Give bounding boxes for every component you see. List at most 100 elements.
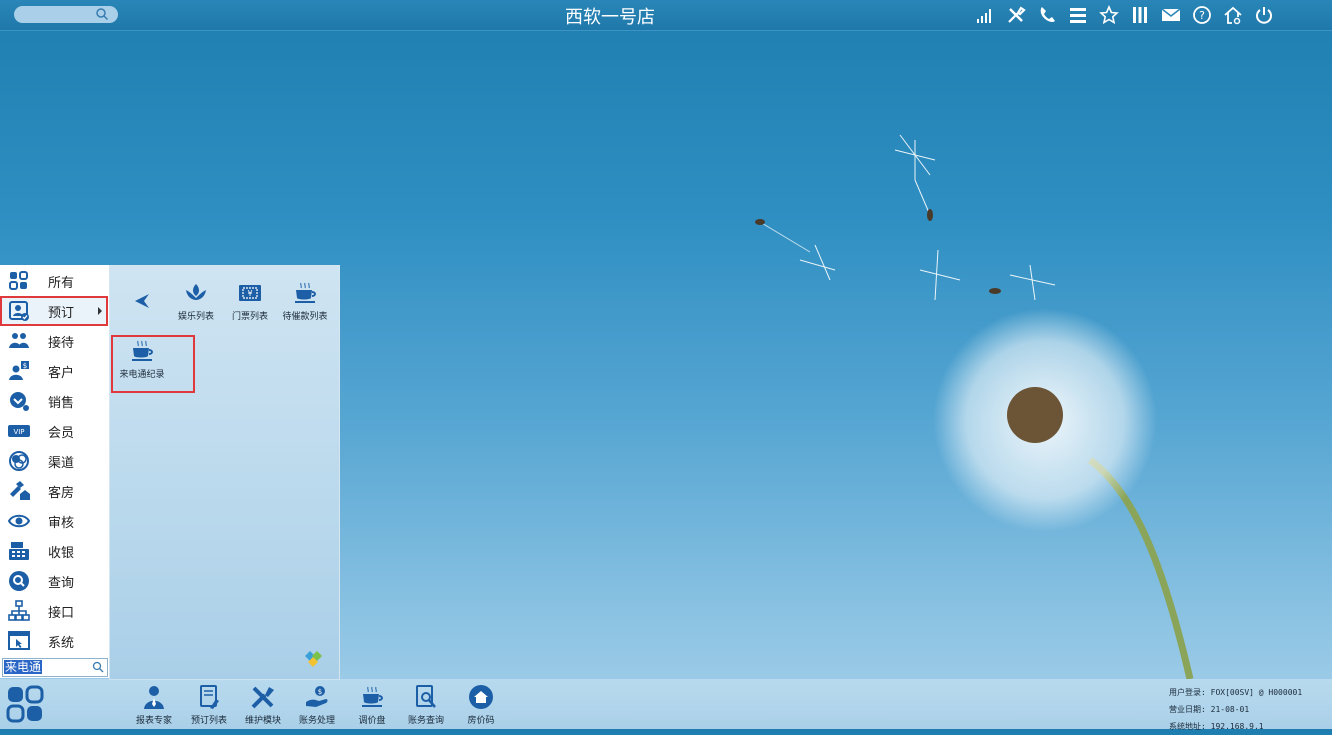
dock-label: 调价盘 [358, 716, 386, 726]
dock-label: 预订列表 [190, 716, 227, 726]
tile-label: 娱乐列表 [177, 312, 214, 322]
menu-item-all[interactable]: 所有 [0, 266, 108, 296]
cashier-icon [9, 542, 29, 560]
tile-caller-id-records[interactable]: 来电通纪录 [112, 338, 172, 380]
query-icon [9, 571, 29, 591]
menu-item-member[interactable]: VIP 会员 [0, 416, 108, 446]
help-icon[interactable]: ? [1189, 4, 1214, 26]
dock-accounting[interactable]: $ 账务处理 [287, 684, 347, 726]
accounting-icon: $ [306, 686, 328, 707]
back-arrow-icon[interactable] [131, 290, 153, 312]
coffee-icon [132, 340, 153, 361]
svg-text:VIP: VIP [13, 428, 24, 436]
dock-label: 房价码 [467, 716, 495, 726]
status-info: 用户登录: FOX[00SV] @ H000001 营业日期: 21-08-01… [1169, 684, 1302, 735]
menu-item-label: 销售 [48, 395, 75, 411]
menu-item-customer[interactable]: $ 客户 [0, 356, 108, 386]
menu-item-reception[interactable]: 接待 [0, 326, 108, 356]
mail-icon[interactable] [1158, 4, 1183, 26]
account-query-icon [416, 685, 436, 708]
dock-maintenance[interactable]: 维护模块 [233, 684, 293, 726]
menu-item-label: 收银 [48, 545, 75, 561]
sales-icon [10, 392, 29, 411]
menu-item-system[interactable]: 系统 [0, 626, 108, 656]
system-icon [8, 631, 30, 650]
reception-icon [9, 333, 29, 348]
menu-item-label: 接口 [48, 605, 75, 621]
dock-label: 账务查询 [407, 716, 444, 726]
menu-item-label: 接待 [48, 335, 75, 351]
all-icon [9, 271, 28, 290]
rate-code-icon [469, 685, 493, 709]
menu-item-label: 系统 [48, 635, 75, 651]
menu-item-label: 查询 [48, 575, 75, 591]
interface-icon [8, 600, 30, 621]
user-login-text: 用户登录: FOX[00SV] @ H000001 [1169, 688, 1303, 697]
maintenance-icon [251, 686, 274, 709]
menu-item-sales[interactable]: 销售 [0, 386, 108, 416]
report-expert-icon [144, 686, 164, 709]
menu-item-reservation[interactable]: 预订 [0, 296, 108, 326]
dock-label: 报表专家 [135, 716, 172, 726]
customer-icon: $ [9, 361, 29, 380]
svg-text:?: ? [1199, 9, 1205, 22]
home-settings-icon[interactable] [1220, 4, 1245, 26]
signal-icon[interactable] [972, 4, 997, 26]
business-date-text: 营业日期: 21-08-01 [1169, 705, 1250, 714]
system-address-text: 系统地址: 192.168.9.1 [1169, 722, 1264, 731]
dock-label: 维护模块 [244, 716, 281, 726]
start-menu-categories: 所有 预订 接待 $ 客户 销售 VIP 会员 渠道 客房 审核 收银 查询 接… [0, 265, 110, 678]
tile-ticket-list[interactable]: ¥ 门票列表 [220, 280, 280, 322]
gems-icon[interactable] [302, 648, 324, 670]
submenu-panel [109, 265, 340, 680]
svg-text:¥: ¥ [247, 289, 252, 298]
top-bar: 西软一号店 ? [0, 0, 1332, 31]
top-toolbar: ? [972, 4, 1276, 26]
tile-label: 来电通纪录 [119, 370, 165, 380]
svg-text:$: $ [318, 688, 322, 696]
menu-item-interface[interactable]: 接口 [0, 596, 108, 626]
ticket-icon: ¥ [239, 285, 261, 301]
menu-item-label: 会员 [48, 425, 75, 441]
dandelion-wallpaper [755, 134, 1194, 679]
menu-icon[interactable] [1065, 4, 1090, 26]
audit-icon [8, 514, 30, 528]
menu-item-label: 客房 [48, 485, 75, 501]
dock-price-adjust[interactable]: 调价盘 [342, 684, 402, 726]
lotus-icon [186, 284, 206, 300]
dock-account-query[interactable]: 账务查询 [396, 684, 456, 726]
phone-icon[interactable] [1034, 4, 1059, 26]
tile-label: 待催款列表 [282, 312, 328, 322]
submenu-arrow-icon [98, 307, 102, 315]
tile-entertainment-list[interactable]: 娱乐列表 [166, 280, 226, 322]
menu-item-room[interactable]: 客房 [0, 476, 108, 506]
svg-text:$: $ [23, 362, 27, 370]
booking-list-icon [200, 685, 219, 709]
vip-icon: VIP [8, 425, 30, 437]
menu-item-label: 所有 [48, 275, 75, 291]
menu-search-value: 来电通 [4, 660, 43, 674]
tools-icon[interactable] [1003, 4, 1028, 26]
dock-booking-list[interactable]: 预订列表 [179, 684, 239, 726]
search-icon[interactable] [92, 661, 104, 673]
tile-pending-payment-list[interactable]: 待催款列表 [275, 280, 335, 322]
coffee-icon [295, 282, 316, 303]
dock-label: 账务处理 [298, 716, 335, 726]
price-adjust-icon [362, 686, 383, 707]
menu-item-label: 客户 [48, 365, 75, 381]
start-menu-button[interactable] [5, 684, 45, 724]
star-icon[interactable] [1096, 4, 1121, 26]
menu-item-audit[interactable]: 审核 [0, 506, 108, 536]
menu-item-label: 渠道 [48, 455, 75, 471]
menu-item-query[interactable]: 查询 [0, 566, 108, 596]
power-icon[interactable] [1251, 4, 1276, 26]
menu-search-input[interactable]: 来电通 [2, 658, 108, 677]
menu-item-cashier[interactable]: 收银 [0, 536, 108, 566]
dock-rate-code[interactable]: 房价码 [451, 684, 511, 726]
menu-item-label: 审核 [48, 515, 75, 531]
room-icon [10, 481, 30, 500]
dock-report-expert[interactable]: 报表专家 [124, 684, 184, 726]
reservation-icon [9, 301, 29, 321]
columns-icon[interactable] [1127, 4, 1152, 26]
menu-item-channel[interactable]: 渠道 [0, 446, 108, 476]
